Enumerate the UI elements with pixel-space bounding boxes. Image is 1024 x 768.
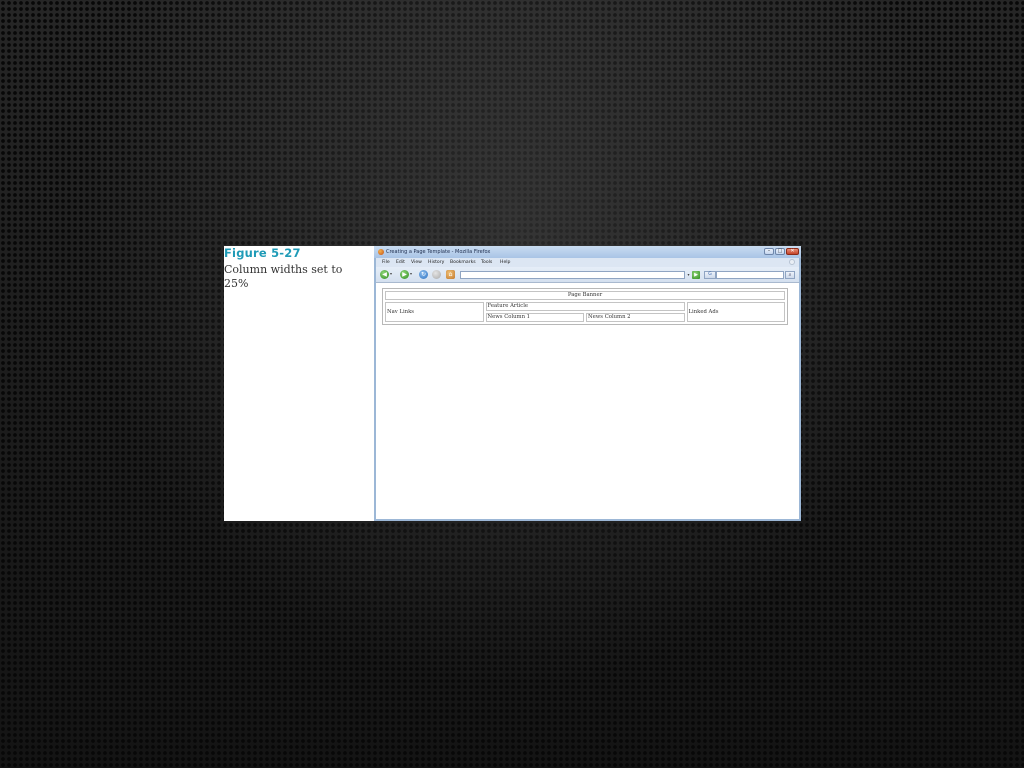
window-controls: – □ ✕ xyxy=(764,248,799,256)
figure-caption-panel: Figure 5-27 Column widths set to 25% xyxy=(224,246,374,521)
home-icon[interactable]: ⌂ xyxy=(446,270,455,279)
nav-links-cell: Nav Links xyxy=(385,302,484,322)
activity-throbber-icon xyxy=(789,259,795,265)
firefox-icon xyxy=(378,249,384,255)
search-input[interactable] xyxy=(716,271,784,279)
figure-caption: Column widths set to 25% xyxy=(224,263,343,290)
title-bar: Creating a Page Template - Mozilla Firef… xyxy=(374,246,801,258)
maximize-button[interactable]: □ xyxy=(775,248,785,255)
figure-number: Figure 5-27 xyxy=(224,246,301,260)
menu-help[interactable]: Help xyxy=(500,259,510,266)
page-banner-cell: Page Banner xyxy=(385,291,785,300)
linked-ads-cell: Linked Ads xyxy=(686,302,785,322)
window-title: Creating a Page Template - Mozilla Firef… xyxy=(386,249,491,255)
forward-arrow-icon[interactable]: ▶ xyxy=(400,270,409,279)
page-template-table: Page Banner Nav Links Feature Article Li… xyxy=(382,288,788,325)
go-arrow-icon[interactable]: ▶ xyxy=(692,271,700,279)
address-dropdown-icon[interactable]: ▾ xyxy=(685,271,692,279)
search-magnifier-icon[interactable]: ⌕ xyxy=(785,271,795,279)
back-history-dropdown-icon[interactable]: ▾ xyxy=(390,271,394,277)
address-bar[interactable] xyxy=(460,271,685,279)
news-column-1-cell: News Column 1 xyxy=(485,313,584,322)
browser-window: Creating a Page Template - Mozilla Firef… xyxy=(374,246,801,521)
back-arrow-icon[interactable]: ◀ xyxy=(380,270,389,279)
menu-file[interactable]: File xyxy=(382,259,390,266)
menu-history[interactable]: History xyxy=(428,259,444,266)
navigation-toolbar: ◀ ▾ ▶ ▾ ↻ ⌂ ▾ ▶ G ⌕ xyxy=(376,267,799,283)
feature-article-cell: Feature Article xyxy=(485,302,685,311)
menu-edit[interactable]: Edit xyxy=(396,259,405,266)
reload-icon[interactable]: ↻ xyxy=(419,270,428,279)
news-column-2-cell: News Column 2 xyxy=(586,313,685,322)
menu-tools[interactable]: Tools xyxy=(481,259,492,266)
menu-bookmarks[interactable]: Bookmarks xyxy=(450,259,476,266)
minimize-button[interactable]: – xyxy=(764,248,774,255)
stop-icon[interactable] xyxy=(432,270,441,279)
close-button[interactable]: ✕ xyxy=(786,248,799,255)
menu-bar: File Edit View History Bookmarks Tools H… xyxy=(376,258,799,267)
search-engine-selector[interactable]: G xyxy=(704,271,716,279)
menu-view[interactable]: View xyxy=(411,259,422,266)
page-viewport: Page Banner Nav Links Feature Article Li… xyxy=(376,283,799,519)
forward-history-dropdown-icon[interactable]: ▾ xyxy=(410,271,414,277)
